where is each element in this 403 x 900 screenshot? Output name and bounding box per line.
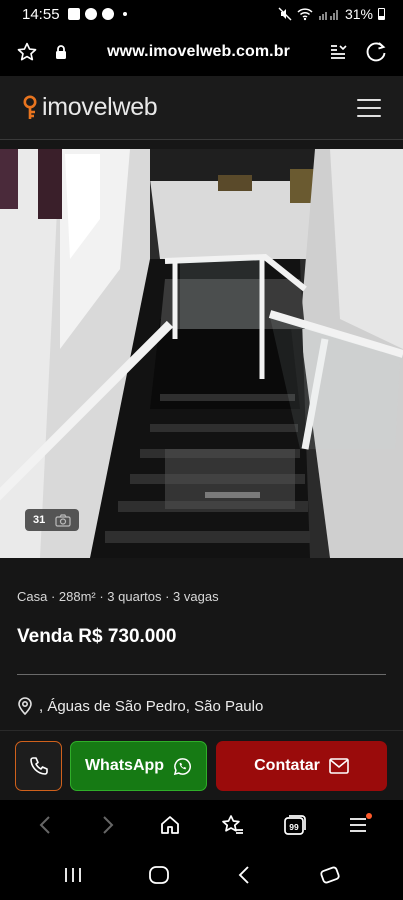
- battery-percentage: 31%: [344, 6, 373, 22]
- listing-price: Venda R$ 730.000: [17, 626, 177, 647]
- rotate-button[interactable]: [313, 858, 347, 892]
- imovelweb-logo[interactable]: imovelweb: [22, 93, 158, 122]
- bookmark-star-icon[interactable]: [16, 41, 38, 63]
- contact-button[interactable]: Contatar: [216, 741, 387, 791]
- whatsapp-button[interactable]: WhatsApp: [70, 741, 207, 791]
- site-header: imovelweb: [0, 76, 403, 140]
- phone-icon: [29, 757, 48, 775]
- action-bar: WhatsApp Contatar: [0, 730, 403, 800]
- battery-icon: [378, 8, 385, 20]
- chrome-notification-icon-2: [101, 8, 114, 20]
- tabs-count: 99: [290, 822, 300, 832]
- staircase-photo: [0, 149, 403, 558]
- recent-apps-button[interactable]: [56, 858, 90, 892]
- listing-photo[interactable]: 31: [0, 149, 403, 558]
- menu-notification-dot: [365, 813, 372, 819]
- chrome-notification-icon: [84, 8, 97, 20]
- system-nav-bar: [0, 850, 403, 900]
- logo-key-icon: [23, 95, 37, 119]
- forward-button[interactable]: [91, 808, 125, 842]
- browser-bottom-nav: 99: [0, 800, 403, 850]
- bookmarks-icon: [221, 815, 243, 834]
- envelope-icon: [329, 758, 349, 774]
- whatsapp-label: WhatsApp: [84, 757, 165, 774]
- recent-apps-icon: [64, 868, 81, 882]
- tabs-icon: 99: [284, 815, 307, 835]
- more-notifications-icon: [122, 12, 127, 16]
- listing-info: Casa · 288m² · 3 quartos · 3 vagas Venda…: [0, 558, 403, 730]
- chevron-left-icon: [39, 816, 50, 834]
- location-text: , Águas de São Pedro, São Paulo: [39, 697, 264, 715]
- logo-text: imovelweb: [42, 93, 158, 121]
- back-button[interactable]: [28, 808, 62, 842]
- signal-icon: [318, 10, 338, 20]
- menu-hamburger-icon[interactable]: [357, 98, 381, 117]
- tabs-button[interactable]: 99: [278, 808, 312, 842]
- home-button[interactable]: [153, 808, 187, 842]
- photo-count-text: 31: [33, 514, 46, 526]
- system-home-icon: [148, 866, 169, 884]
- notification-icons: [67, 8, 127, 20]
- location-pin-icon: [18, 697, 32, 715]
- listing-features: Casa · 288m² · 3 quartos · 3 vagas: [17, 589, 219, 604]
- listing-location: , Águas de São Pedro, São Paulo: [17, 697, 263, 715]
- chevron-right-icon: [103, 816, 114, 834]
- system-back-button[interactable]: [227, 858, 261, 892]
- whatsapp-icon: [173, 757, 191, 775]
- url-text[interactable]: www.imovelweb.com.br: [68, 43, 329, 61]
- reload-icon[interactable]: [365, 41, 387, 63]
- status-time: 14:55: [22, 5, 60, 23]
- lock-icon[interactable]: [54, 44, 68, 60]
- browser-address-bar: www.imovelweb.com.br: [0, 28, 403, 76]
- bookmarks-button[interactable]: [216, 808, 250, 842]
- menu-icon: [349, 818, 366, 832]
- divider: [17, 674, 386, 675]
- gallery-notification-icon: [67, 8, 80, 20]
- status-right: 31%: [278, 6, 385, 22]
- call-button[interactable]: [15, 741, 62, 791]
- camera-icon: [55, 513, 71, 527]
- rotate-screen-icon: [320, 866, 340, 884]
- menu-button[interactable]: [341, 808, 375, 842]
- contact-label: Contatar: [254, 757, 320, 774]
- photo-count-badge[interactable]: 31: [25, 509, 80, 531]
- reader-mode-icon[interactable]: [329, 43, 347, 61]
- mute-icon: [278, 7, 292, 21]
- home-icon: [161, 816, 180, 834]
- status-bar: 14:55 31%: [0, 0, 403, 28]
- wifi-icon: [297, 8, 313, 21]
- system-home-button[interactable]: [142, 858, 176, 892]
- system-back-icon: [239, 866, 250, 884]
